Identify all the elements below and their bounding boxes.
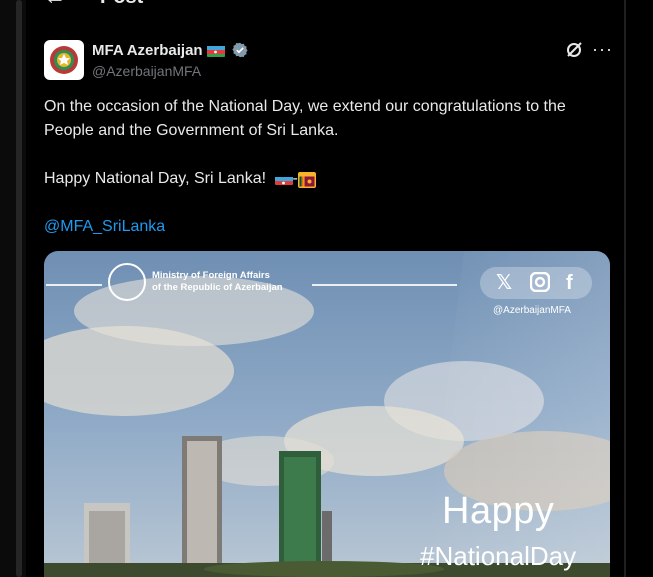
- azerbaijan-flag-icon: [274, 173, 293, 185]
- left-column: [0, 0, 26, 577]
- divider-line: [312, 284, 457, 286]
- column-divider: [624, 0, 626, 577]
- header: ← Post: [26, 0, 624, 18]
- tweet-text: On the occasion of the National Day, we …: [44, 98, 566, 139]
- ministry-line1: Ministry of Foreign Affairs: [152, 270, 270, 281]
- author-handle[interactable]: @AzerbaijanMFA: [92, 63, 201, 79]
- ministry-text: Ministry of Foreign Affairs of the Repub…: [152, 270, 283, 294]
- azerbaijan-emblem-icon: [50, 46, 78, 74]
- grok-button[interactable]: [565, 41, 583, 64]
- sri-lanka-flag-icon: [297, 172, 316, 189]
- image-happy-text: Happy: [442, 490, 555, 532]
- avatar[interactable]: [44, 40, 84, 80]
- image-hashtag: #NationalDay: [420, 541, 577, 571]
- ministry-line2: of the Republic of Azerbaijan: [152, 282, 283, 293]
- image-handle: @AzerbaijanMFA: [493, 305, 571, 316]
- x-icon: 𝕏: [496, 272, 513, 294]
- arrow-left-icon: ←: [44, 0, 66, 9]
- happy-line-text: Happy National Day, Sri Lanka!: [44, 170, 267, 187]
- instagram-icon: [529, 271, 551, 297]
- tweet-body: On the occasion of the National Day, we …: [44, 95, 614, 143]
- azerbaijan-flag-icon: [206, 45, 225, 58]
- back-button[interactable]: ←: [44, 0, 68, 10]
- social-icons: 𝕏 f: [480, 267, 592, 299]
- facebook-icon: f: [566, 272, 573, 294]
- author-name[interactable]: MFA Azerbaijan: [92, 42, 225, 59]
- mention-link[interactable]: @MFA_SriLanka: [44, 215, 165, 239]
- verified-badge-icon: [232, 42, 248, 63]
- ministry-logo: [108, 263, 146, 301]
- tweet-happy-line: Happy National Day, Sri Lanka! -: [44, 167, 316, 191]
- grok-icon: [567, 42, 582, 57]
- scrollbar[interactable]: [16, 0, 22, 577]
- divider-line: [46, 284, 102, 286]
- page-title: Post: [100, 0, 143, 9]
- more-button[interactable]: ···: [592, 39, 613, 60]
- more-horizontal-icon: ···: [592, 39, 613, 59]
- author-name-text: MFA Azerbaijan: [92, 42, 203, 59]
